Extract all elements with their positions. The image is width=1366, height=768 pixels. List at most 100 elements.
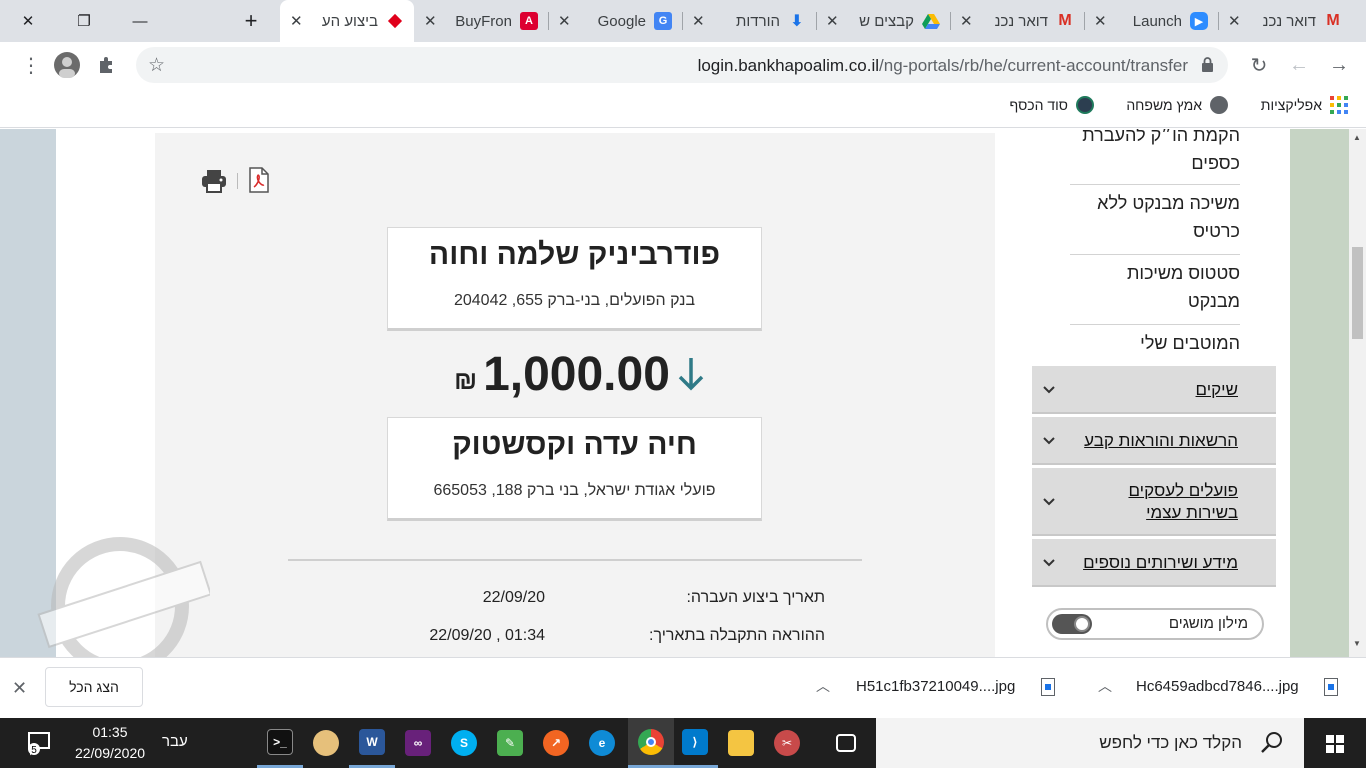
page-scrollbar[interactable]: ▲ ▼ — [1349, 129, 1366, 657]
nav-divider — [1070, 324, 1240, 325]
tool-icon: ✎ — [497, 730, 523, 756]
close-icon: ✕ — [21, 13, 35, 30]
tab-downloads[interactable]: ⬇ הורדות ✕ — [682, 0, 816, 42]
download-item-1[interactable]: H51c1fb37210049....jpg — [856, 678, 1015, 695]
nav-link-standing-order[interactable]: הקמת הו״ק להעברת כספים — [1070, 129, 1240, 177]
close-window-button[interactable]: ✕ — [0, 0, 56, 42]
plus-icon: + — [244, 8, 258, 33]
bookmarks-bar: אפליקציות אמץ משפחה סוד הכסף — [0, 88, 1366, 128]
close-tab-icon[interactable]: ✕ — [558, 12, 571, 30]
accordion-business-self-service[interactable]: פועלים לעסקים בשירות עצמי — [1032, 468, 1276, 536]
close-tab-icon[interactable]: ✕ — [1094, 12, 1107, 30]
taskbar-edge[interactable]: e — [579, 718, 625, 768]
accordion-info-services[interactable]: מידע ושירותים נוספים — [1032, 539, 1276, 587]
taskbar-terminal[interactable]: >_ — [257, 718, 303, 768]
taskbar-task-view[interactable] — [823, 718, 869, 768]
reload-icon[interactable]: ↻ — [1246, 52, 1272, 78]
terminal-icon: >_ — [267, 728, 293, 755]
icon-divider — [237, 173, 238, 189]
tab-google[interactable]: G Google ✕ — [548, 0, 682, 42]
taskbar-file-explorer[interactable] — [718, 718, 764, 768]
execution-date-value: 22/09/20 — [482, 589, 545, 606]
taskbar-paint[interactable] — [303, 718, 349, 768]
bulb-icon — [1076, 96, 1094, 114]
scrollbar-thumb[interactable] — [1352, 247, 1363, 339]
compass-icon: ↗ — [543, 730, 569, 756]
scroll-down-icon[interactable]: ▼ — [1353, 639, 1361, 648]
close-tab-icon[interactable]: ✕ — [960, 12, 973, 30]
lock-icon[interactable] — [1201, 57, 1214, 72]
new-tab-button[interactable]: + — [236, 6, 266, 36]
accordion-authorizations[interactable]: הרשאות והוראות קבע — [1032, 417, 1276, 465]
task-view-icon — [836, 734, 856, 752]
bookmark-apps[interactable]: אפליקציות — [1261, 96, 1348, 114]
taskbar-word[interactable]: W — [349, 718, 395, 768]
taskbar-snipping[interactable]: ✂ — [764, 718, 810, 768]
svg-text:5: 5 — [31, 745, 37, 756]
download-icon: ⬇ — [790, 13, 804, 30]
taskbar-visual-studio[interactable]: ∞ — [395, 718, 441, 768]
toggle-switch[interactable] — [1052, 614, 1092, 634]
taskbar-chrome[interactable] — [628, 718, 674, 768]
notification-icon[interactable]: 5 — [26, 730, 52, 756]
pdf-icon[interactable] — [249, 167, 269, 193]
chevron-up-icon[interactable]: ︿ — [816, 676, 830, 696]
accordion-checks[interactable]: שיקים — [1032, 366, 1276, 414]
bookmark-star-icon[interactable]: ☆ — [148, 54, 165, 77]
restore-window-button[interactable]: ❐ — [56, 0, 112, 42]
tab-drive[interactable]: קבצים ש ✕ — [816, 0, 950, 42]
tab-gmail[interactable]: M דואר נכנ ✕ — [950, 0, 1084, 42]
system-clock[interactable]: 01:35 22/09/2020 — [70, 722, 150, 764]
input-language[interactable]: עבר — [162, 733, 188, 750]
zoom-icon: ▶ — [1190, 12, 1208, 30]
chevron-up-icon[interactable]: ︿ — [1098, 676, 1112, 696]
menu-dots-icon[interactable]: ⋮ — [18, 52, 44, 78]
restore-icon: ❐ — [77, 13, 91, 30]
close-tab-icon[interactable]: ✕ — [290, 12, 303, 30]
transfer-summary-panel: פודרביניק שלמה וחוה בנק הפועלים, בני-ברק… — [155, 133, 995, 657]
taskbar-app-orange[interactable]: ↗ — [533, 718, 579, 768]
download-item-2[interactable]: Hc6459adbcd7846....jpg — [1136, 678, 1299, 695]
tab-strip: ✕ ❐ — + ביצוע הע ✕ A BuyFron ✕ G Google … — [0, 0, 1366, 42]
sender-card: פודרביניק שלמה וחוה בנק הפועלים, בני-ברק… — [387, 227, 762, 331]
close-tab-icon[interactable]: ✕ — [424, 12, 437, 30]
nav-link-cardless-withdrawal[interactable]: משיכה מבנקט ללא כרטיס — [1070, 189, 1240, 245]
nav-link-my-beneficiaries[interactable]: המוטבים שלי — [1070, 329, 1240, 357]
back-arrow-icon[interactable]: ← — [1286, 52, 1312, 78]
divider — [288, 559, 862, 561]
arrow-down-icon — [678, 358, 704, 391]
print-icon[interactable] — [201, 169, 227, 193]
bookmark-money-secret[interactable]: סוד הכסף — [1010, 96, 1094, 114]
amount-value: 1,000.00 — [483, 347, 670, 401]
chevron-down-icon — [1043, 498, 1055, 506]
folder-icon — [728, 730, 754, 756]
chevron-down-icon — [1043, 437, 1055, 445]
forward-arrow-icon[interactable]: → — [1326, 52, 1352, 78]
glossary-toggle[interactable]: מילון מושגים — [1046, 608, 1264, 640]
show-all-downloads-button[interactable]: הצג הכל — [45, 667, 143, 707]
skype-icon: S — [451, 730, 477, 756]
recipient-name: חיה עדה וקסשטוק — [452, 428, 697, 461]
close-tab-icon[interactable]: ✕ — [692, 12, 705, 30]
windows-start-icon[interactable] — [1326, 735, 1344, 753]
close-tab-icon[interactable]: ✕ — [826, 12, 839, 30]
minimize-icon: — — [132, 12, 148, 30]
tab-buyfront[interactable]: A BuyFron ✕ — [414, 0, 548, 42]
avatar[interactable] — [54, 52, 80, 78]
scroll-up-icon[interactable]: ▲ — [1353, 133, 1361, 142]
nav-link-atm-status[interactable]: סטטוס משיכות מבנקט — [1070, 259, 1240, 315]
taskbar-search-box[interactable]: הקלד כאן כדי לחפש — [876, 718, 1304, 768]
minimize-window-button[interactable]: — — [112, 0, 168, 42]
taskbar-vscode[interactable]: ⟩ — [672, 718, 718, 768]
taskbar-tool[interactable]: ✎ — [487, 718, 533, 768]
tab-bank-transfer[interactable]: ביצוע הע ✕ — [280, 0, 414, 42]
extensions-puzzle-icon[interactable] — [94, 52, 120, 78]
close-tab-icon[interactable]: ✕ — [1228, 12, 1241, 30]
tab-zoom-launch[interactable]: ▶ Launch ✕ — [1084, 0, 1218, 42]
recipient-bank: פועלי אגודת ישראל, בני ברק 188, 665053 — [433, 482, 716, 499]
bookmark-adopt-family[interactable]: אמץ משפחה — [1126, 96, 1228, 114]
taskbar-skype[interactable]: S — [441, 718, 487, 768]
tab-gmail-2[interactable]: M דואר נכנ ✕ — [1218, 0, 1352, 42]
address-bar[interactable]: ☆ login.bankhapoalim.co.il/ng-portals/rb… — [136, 47, 1228, 83]
close-downloads-icon[interactable]: ✕ — [12, 678, 27, 699]
